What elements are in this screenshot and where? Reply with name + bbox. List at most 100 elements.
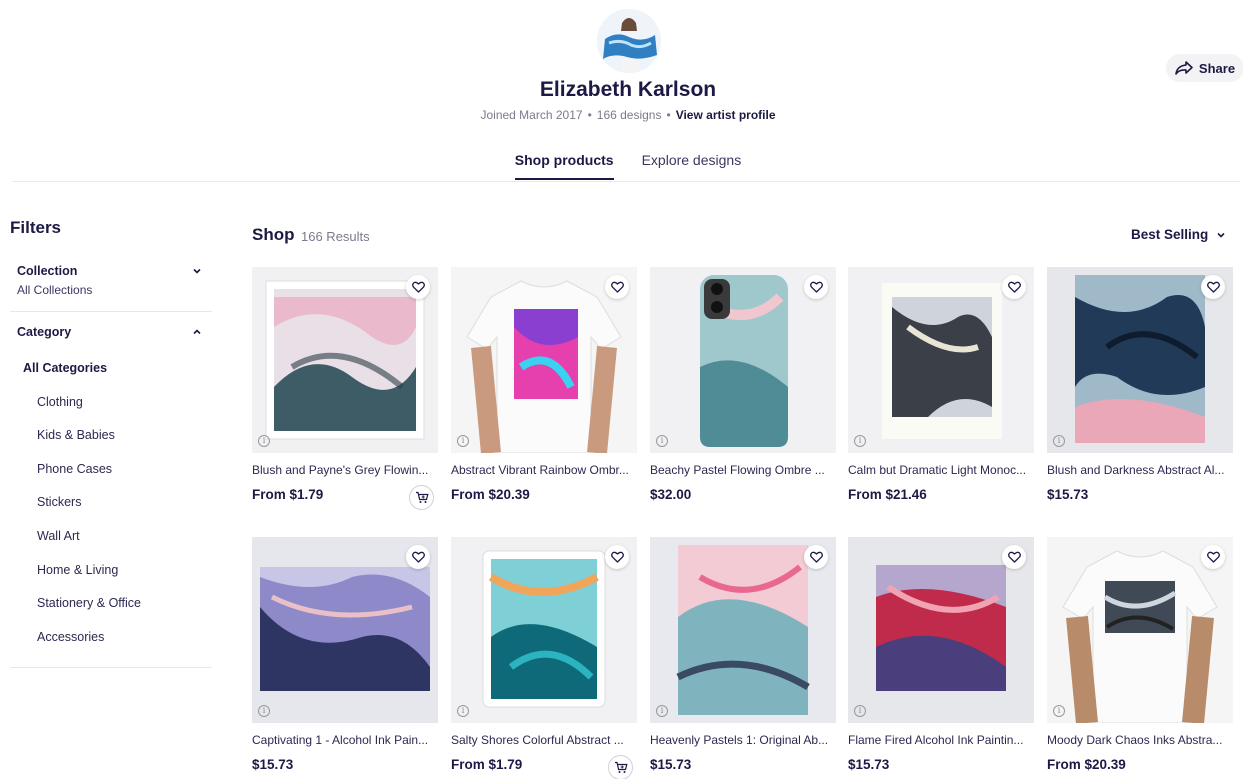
collection-filter[interactable]: Collection All Collections <box>17 264 202 297</box>
info-icon[interactable]: i <box>258 435 270 447</box>
category-item-stickers[interactable]: Stickers <box>23 494 208 528</box>
category-item-wall-art[interactable]: Wall Art <box>23 528 208 562</box>
filters-heading: Filters <box>10 218 62 237</box>
product-price: $32.00 <box>650 487 692 502</box>
product-card[interactable]: i Captivating 1 - Alcohol Ink Pain... $15.… <box>252 537 438 772</box>
artist-avatar[interactable] <box>597 9 661 73</box>
product-image[interactable]: i <box>252 267 438 453</box>
product-image[interactable]: i <box>848 267 1034 453</box>
add-to-cart-button[interactable] <box>608 755 633 779</box>
category-item-accessories[interactable]: Accessories <box>23 629 208 663</box>
filter-divider <box>10 311 212 312</box>
category-item-stationery-office[interactable]: Stationery & Office <box>23 595 208 629</box>
category-filter[interactable]: Category <box>17 325 202 339</box>
heart-icon <box>610 281 624 293</box>
category-item-kids-babies[interactable]: Kids & Babies <box>23 427 208 461</box>
product-title[interactable]: Beachy Pastel Flowing Ombre ... <box>650 463 836 477</box>
favorite-button[interactable] <box>406 275 430 299</box>
add-to-cart-button[interactable] <box>409 485 434 510</box>
favorite-button[interactable] <box>406 545 430 569</box>
category-item-phone-cases[interactable]: Phone Cases <box>23 461 208 495</box>
product-price: $15.73 <box>650 757 692 772</box>
info-icon[interactable]: i <box>854 435 866 447</box>
collection-filter-header[interactable]: Collection <box>17 264 202 278</box>
sort-label: Best Selling <box>1131 227 1209 242</box>
product-card[interactable]: i Abstract Vibrant Rainbow Ombr... From $2… <box>451 267 637 502</box>
category-item-all[interactable]: All Categories <box>23 360 208 394</box>
favorite-button[interactable] <box>1201 275 1225 299</box>
collection-filter-value: All Collections <box>17 283 93 297</box>
share-label: Share <box>1198 60 1236 76</box>
design-count: 166 designs <box>596 108 662 122</box>
heart-icon <box>411 551 425 563</box>
product-price: From $21.46 <box>848 487 927 502</box>
product-image[interactable]: i <box>1047 537 1233 723</box>
info-icon[interactable]: i <box>854 705 866 717</box>
category-item-clothing[interactable]: Clothing <box>23 394 208 428</box>
collection-filter-label: Collection <box>17 264 78 278</box>
product-price: $15.73 <box>252 757 294 772</box>
view-artist-profile-link[interactable]: View artist profile <box>676 108 776 122</box>
product-card[interactable]: i Blush and Payne's Grey Flowin... From $1… <box>252 267 438 510</box>
category-filter-header[interactable]: Category <box>17 325 202 339</box>
heart-icon <box>809 551 823 563</box>
favorite-button[interactable] <box>1002 275 1026 299</box>
shop-heading: Shop <box>252 225 295 244</box>
separator-dot: • <box>587 108 592 122</box>
product-title[interactable]: Moody Dark Chaos Inks Abstra... <box>1047 733 1233 747</box>
share-button[interactable]: Share <box>1166 54 1243 82</box>
info-icon[interactable]: i <box>656 435 668 447</box>
info-icon[interactable]: i <box>457 435 469 447</box>
chevron-up-icon <box>193 329 201 335</box>
product-card[interactable]: i Heavenly Pastels 1: Original Ab... $15.7… <box>650 537 836 772</box>
add-to-cart-icon <box>614 761 628 773</box>
product-title[interactable]: Calm but Dramatic Light Monoc... <box>848 463 1034 477</box>
product-card[interactable]: i Flame Fired Alcohol Ink Paintin... $15.7… <box>848 537 1034 772</box>
product-image[interactable]: i <box>848 537 1034 723</box>
product-price: From $20.39 <box>1047 757 1126 772</box>
product-card[interactable]: i Salty Shores Colorful Abstract ... From … <box>451 537 637 779</box>
product-image[interactable]: i <box>451 267 637 453</box>
product-card[interactable]: i Beachy Pastel Flowing Ombre ... $32.00 <box>650 267 836 502</box>
product-image[interactable]: i <box>252 537 438 723</box>
sort-dropdown[interactable]: Best Selling <box>1131 227 1226 242</box>
separator-dot: • <box>666 108 671 122</box>
product-title[interactable]: Blush and Darkness Abstract Al... <box>1047 463 1233 477</box>
info-icon[interactable]: i <box>1053 705 1065 717</box>
results-count: 166 Results <box>301 229 370 244</box>
add-to-cart-icon <box>415 491 429 503</box>
favorite-button[interactable] <box>605 545 629 569</box>
chevron-down-icon <box>193 268 201 274</box>
favorite-button[interactable] <box>605 275 629 299</box>
artist-name: Elizabeth Karlson <box>539 78 717 101</box>
favorite-button[interactable] <box>804 545 828 569</box>
info-icon[interactable]: i <box>457 705 469 717</box>
product-image[interactable]: i <box>650 267 836 453</box>
category-list: All Categories Clothing Kids & Babies Ph… <box>23 360 208 662</box>
tab-shop-products[interactable]: Shop products <box>514 152 614 180</box>
product-title[interactable]: Heavenly Pastels 1: Original Ab... <box>650 733 836 747</box>
product-title[interactable]: Abstract Vibrant Rainbow Ombr... <box>451 463 637 477</box>
product-card[interactable]: i Blush and Darkness Abstract Al... $15.73 <box>1047 267 1233 502</box>
favorite-button[interactable] <box>1002 545 1026 569</box>
product-card[interactable]: i Moody Dark Chaos Inks Abstra... From $20… <box>1047 537 1233 772</box>
product-image[interactable]: i <box>650 537 836 723</box>
product-image[interactable]: i <box>1047 267 1233 453</box>
product-title[interactable]: Captivating 1 - Alcohol Ink Pain... <box>252 733 438 747</box>
favorite-button[interactable] <box>804 275 828 299</box>
product-title[interactable]: Flame Fired Alcohol Ink Paintin... <box>848 733 1034 747</box>
tabs-divider <box>12 181 1240 182</box>
product-card[interactable]: i Calm but Dramatic Light Monoc... From $2… <box>848 267 1034 502</box>
heart-icon <box>809 281 823 293</box>
category-filter-label: Category <box>17 325 72 339</box>
info-icon[interactable]: i <box>656 705 668 717</box>
info-icon[interactable]: i <box>258 705 270 717</box>
product-title[interactable]: Blush and Payne's Grey Flowin... <box>252 463 438 477</box>
heart-icon <box>1206 281 1220 293</box>
favorite-button[interactable] <box>1201 545 1225 569</box>
product-title[interactable]: Salty Shores Colorful Abstract ... <box>451 733 637 747</box>
tab-explore-designs[interactable]: Explore designs <box>642 152 742 180</box>
product-image[interactable]: i <box>451 537 637 723</box>
category-item-home-living[interactable]: Home & Living <box>23 562 208 596</box>
info-icon[interactable]: i <box>1053 435 1065 447</box>
